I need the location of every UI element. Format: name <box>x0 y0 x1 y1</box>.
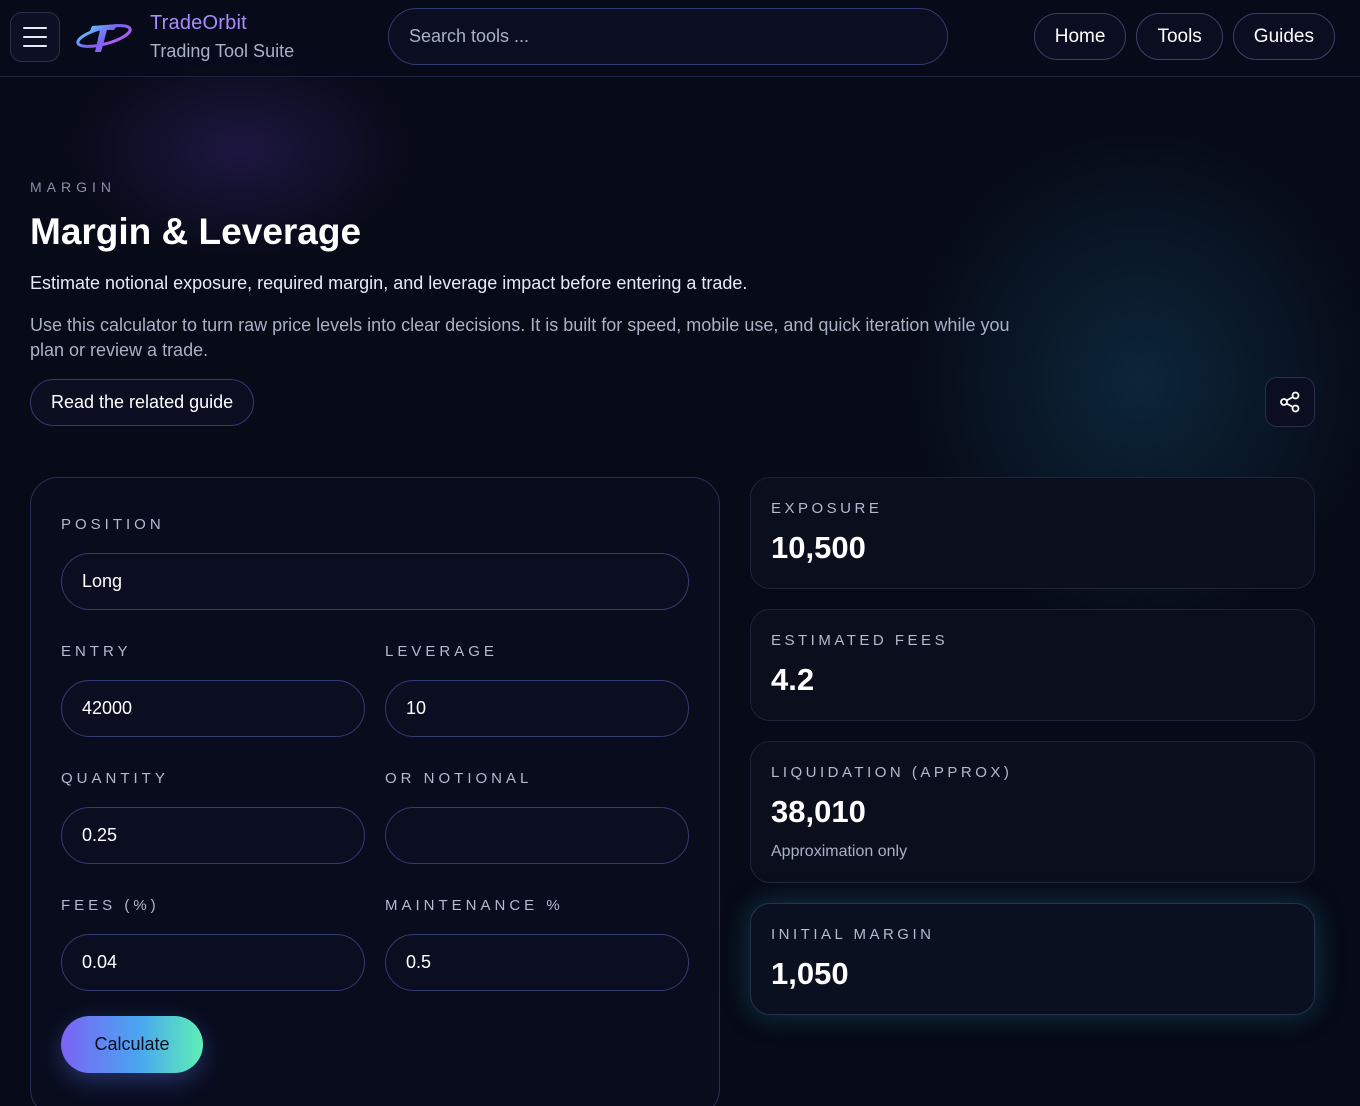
hamburger-icon <box>23 45 47 47</box>
notional-field-wrap[interactable] <box>385 807 689 864</box>
result-value: 1,050 <box>771 956 849 991</box>
quantity-field[interactable] <box>82 825 344 846</box>
quantity-label: QUANTITY <box>61 770 169 787</box>
calculator-form: POSITION ENTRY LEVERAGE QUANTITY OR NOTI… <box>30 477 720 1106</box>
brand-name[interactable]: TradeOrbit <box>150 12 247 35</box>
leverage-field[interactable] <box>406 698 668 719</box>
page-lead: Estimate notional exposure, required mar… <box>30 273 748 293</box>
notional-field[interactable] <box>406 825 668 846</box>
quantity-field-wrap[interactable] <box>61 807 365 864</box>
result-label: EXPOSURE <box>771 500 883 517</box>
page-description: Use this calculator to turn raw price le… <box>30 315 1010 360</box>
share-button[interactable] <box>1265 377 1315 427</box>
entry-field-wrap[interactable] <box>61 680 365 737</box>
hamburger-icon <box>23 27 47 29</box>
entry-field[interactable] <box>82 698 344 719</box>
search-input[interactable] <box>409 26 927 47</box>
brand-subtitle: Trading Tool Suite <box>150 41 295 61</box>
maintenance-label: MAINTENANCE % <box>385 897 564 914</box>
calculate-button[interactable]: Calculate <box>61 1016 203 1073</box>
nav-tools-link[interactable]: Tools <box>1136 13 1223 60</box>
notional-label: OR NOTIONAL <box>385 770 533 787</box>
result-liquidation: LIQUIDATION (APPROX) 38,010 Approximatio… <box>750 741 1315 883</box>
maintenance-field[interactable] <box>406 952 668 973</box>
leverage-label: LEVERAGE <box>385 643 498 660</box>
result-initial-margin: INITIAL MARGIN 1,050 <box>750 903 1315 1015</box>
position-select[interactable] <box>61 553 689 610</box>
leverage-field-wrap[interactable] <box>385 680 689 737</box>
share-icon <box>1280 391 1300 413</box>
main-nav: Home Tools Guides <box>1033 13 1335 60</box>
result-estimated-fees: ESTIMATED FEES 4.2 <box>750 609 1315 721</box>
result-value: 4.2 <box>771 662 815 697</box>
entry-label: ENTRY <box>61 643 132 660</box>
result-label: INITIAL MARGIN <box>771 926 935 943</box>
position-label: POSITION <box>61 516 165 533</box>
menu-button[interactable] <box>10 12 60 62</box>
fees-field[interactable] <box>82 952 344 973</box>
page-title: Margin & Leverage <box>30 211 362 252</box>
maintenance-field-wrap[interactable] <box>385 934 689 991</box>
nav-home-link[interactable]: Home <box>1033 13 1127 60</box>
fees-label: FEES (%) <box>61 897 160 914</box>
section-eyebrow: MARGIN <box>30 179 116 195</box>
result-note: Approximation only <box>771 843 908 860</box>
result-value: 38,010 <box>771 794 866 829</box>
result-value: 10,500 <box>771 530 866 565</box>
related-guide-button[interactable]: Read the related guide <box>30 379 255 426</box>
planet-logo-icon[interactable] <box>74 14 134 60</box>
result-label: LIQUIDATION (APPROX) <box>771 764 1013 781</box>
result-label: ESTIMATED FEES <box>771 632 949 649</box>
position-field[interactable] <box>82 571 668 592</box>
result-exposure: EXPOSURE 10,500 <box>750 477 1315 589</box>
top-header: TradeOrbit Trading Tool Suite Home Tools… <box>0 0 1360 77</box>
fees-field-wrap[interactable] <box>61 934 365 991</box>
hamburger-icon <box>23 36 47 38</box>
search-bar[interactable] <box>388 8 948 65</box>
nav-guides-link[interactable]: Guides <box>1232 13 1335 60</box>
